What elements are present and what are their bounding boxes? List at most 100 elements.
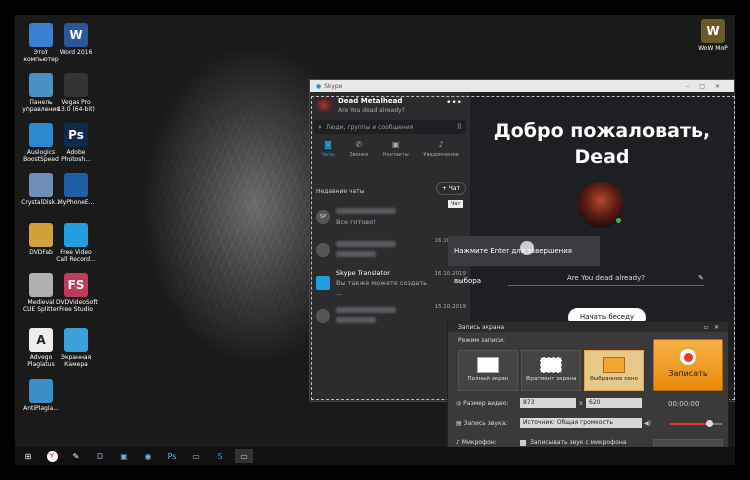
cue-splitter-icon (29, 273, 53, 297)
desktop-icon-label: Adobe Photosh... (61, 149, 91, 163)
desktop-icon-label: WoW MoP (698, 45, 728, 52)
desktop-icon-label: Word 2016 (59, 49, 93, 56)
taskbar: ⊞ Y ✎ D ▣ ◉ Ps ▭ S ▭ (15, 447, 735, 465)
desktop-icon-label: Панель управления (22, 99, 60, 113)
width-input[interactable]: 873 (520, 398, 576, 408)
video-size-icon: ◎ (456, 400, 462, 407)
desktop-icon-dvdfab[interactable]: DVDFab (21, 223, 61, 256)
desktop-icon-auslogics[interactable]: Auslogics BoostSpeed (21, 123, 61, 163)
wow-icon: W (701, 19, 725, 43)
desktop-icon-label: MyPhoneE... (57, 199, 95, 206)
volume-slider[interactable] (670, 420, 722, 427)
desktop-icon-label: DVDVideoSoft Free Studio (56, 299, 98, 313)
photoshop-icon: Ps (64, 123, 88, 147)
height-input[interactable]: 620 (586, 398, 642, 408)
cursor-move-icon[interactable] (520, 241, 534, 255)
desktop-icon-wow[interactable]: W WoW MoP (693, 19, 733, 52)
desktop-icon-control-panel[interactable]: Панель управления (21, 73, 61, 113)
desktop-icon-this-pc[interactable]: Этот компьютер (21, 23, 61, 63)
desktop-icon-word[interactable]: W Word 2016 (56, 23, 96, 56)
photoshop-taskbar-icon[interactable]: Ps (163, 449, 181, 463)
audio-icon: ▤ (456, 420, 462, 427)
desktop-icon-label: Vegas Pro 13.0 (64-bit) (57, 99, 95, 113)
checkbox-box[interactable] (520, 439, 526, 446)
save-icon[interactable]: ▣ (115, 449, 133, 463)
desktop: Этот компьютер W Word 2016 Панель управлени… (15, 15, 735, 465)
monitor-taskbar-icon[interactable]: ▭ (187, 449, 205, 463)
screen-camera-icon (64, 328, 88, 352)
mode-window-button[interactable]: Выбранное окно (584, 350, 644, 391)
mic-checkbox-label: Записывать звук с микрофона (530, 439, 627, 446)
desktop-icon-medieval[interactable]: Medieval CUE Splitter (21, 273, 61, 313)
skype-taskbar-icon[interactable]: S (211, 449, 229, 463)
size-x-separator: x (579, 400, 583, 407)
recorder-minimize-icon[interactable]: ▫ (704, 324, 714, 331)
desktop-icon-vegas[interactable]: Vegas Pro 13.0 (64-bit) (56, 73, 96, 113)
audio-text: Запись звука: (463, 420, 508, 427)
screen-camera-taskbar-icon[interactable]: ▭ (235, 449, 253, 463)
mode-label: Режим записи: (458, 337, 505, 344)
record-button[interactable]: Записать (653, 339, 723, 391)
recorder-title: Запись экрана (458, 323, 505, 331)
skype-logo-icon: ● (316, 82, 322, 90)
audio-source-select[interactable]: Источник: Общая громкость (520, 418, 642, 428)
desktop-icon-myphone[interactable]: MyPhoneE... (56, 173, 96, 206)
browser-icon[interactable]: ◉ (139, 449, 157, 463)
record-icon (680, 349, 696, 365)
skype-recorder-icon (64, 223, 88, 247)
pin-icon[interactable]: ✎ (67, 449, 85, 463)
mic-icon: ♪ (456, 439, 460, 446)
desktop-icon-screen-camera[interactable]: Экранная Камера (56, 328, 96, 368)
mic-checkbox[interactable]: Записывать звук с микрофона (520, 439, 626, 446)
recorder-titlebar[interactable]: Запись экрана ▫✕ (448, 322, 728, 332)
recorder-close-icon[interactable]: ✕ (714, 324, 725, 331)
desktop-icon-label: AntiPlagia... (23, 405, 59, 412)
mode-window-label: Выбранное окно (590, 376, 638, 382)
record-label: Записать (668, 369, 708, 378)
window-icon (603, 357, 625, 373)
mode-fragment-label: Фрагмент экрана (525, 376, 577, 382)
fragment-icon (540, 357, 562, 373)
antiplagiat-icon (29, 379, 53, 403)
minimize-icon[interactable]: – (686, 83, 699, 90)
mic-text: Микрофон: (461, 439, 497, 446)
close-icon[interactable]: ✕ (715, 83, 730, 90)
word-icon: W (64, 23, 88, 47)
desktop-icon-label: Medieval CUE Splitter (22, 299, 60, 313)
desktop-icon-crystaldisk[interactable]: CrystalDisk... (21, 173, 61, 206)
screen-recorder-panel: Запись экрана ▫✕ Режим записи: Полный эк… (447, 321, 729, 464)
start-button[interactable]: ⊞ (19, 449, 37, 463)
vegas-icon (64, 73, 88, 97)
computer-icon (29, 23, 53, 47)
mode-fragment-button[interactable]: Фрагмент экрана (521, 350, 581, 391)
desktop-icon-label: Этот компьютер (23, 49, 59, 63)
advego-icon: A (29, 328, 53, 352)
free-studio-icon: FS (64, 273, 88, 297)
dvdfab-icon (29, 223, 53, 247)
monitor-icon (477, 357, 499, 373)
skype-window-title: Skype (324, 82, 343, 90)
skype-titlebar[interactable]: ● Skype –□✕ (310, 80, 734, 92)
desktop-icon-label: DVDFab (29, 249, 53, 256)
desktop-icon-label: CrystalDisk... (21, 199, 61, 206)
desktop-icon-free-video[interactable]: Free Video Call Record... (56, 223, 96, 263)
desktop-icon-photoshop[interactable]: Ps Adobe Photosh... (56, 123, 96, 163)
maximize-icon[interactable]: □ (699, 83, 715, 90)
yandex-browser-icon[interactable]: Y (43, 449, 61, 463)
desktop-icon-label: Advego Plagiatus (27, 354, 55, 368)
desktop-icon-label: Экранная Камера (60, 354, 92, 368)
desktop-icon-advego[interactable]: A Advego Plagiatus (21, 328, 61, 368)
control-panel-icon (29, 73, 53, 97)
desktop-icon-fs-studio[interactable]: FS DVDVideoSoft Free Studio (56, 273, 98, 313)
crystaldisk-icon (29, 173, 53, 197)
volume-knob[interactable] (706, 420, 713, 427)
mode-full-screen-button[interactable]: Полный экран (458, 350, 518, 391)
video-size-text: Размер видео: (463, 400, 509, 407)
desktop-icon-label: Free Video Call Record... (56, 249, 96, 263)
speaker-icon: ◀) (644, 420, 651, 427)
mic-label: ♪ Микрофон: (456, 439, 497, 446)
desktop-icon-antiplagiat[interactable]: AntiPlagia... (21, 379, 61, 412)
dvdvideosoft-icon[interactable]: D (91, 449, 109, 463)
audio-label: ▤ Запись звука: (456, 420, 507, 427)
mode-full-label: Полный экран (467, 376, 509, 382)
